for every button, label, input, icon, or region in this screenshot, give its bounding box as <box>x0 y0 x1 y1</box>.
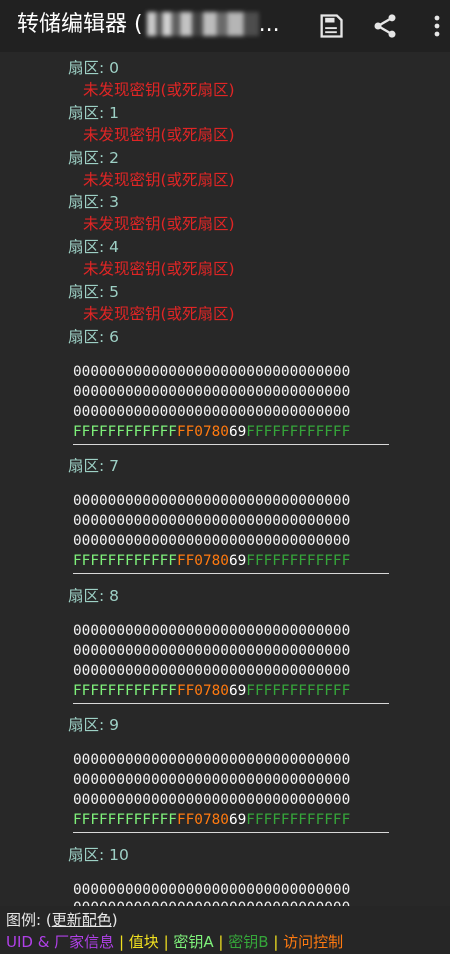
key-b: FFFFFFFFFFFF <box>246 812 351 828</box>
legend-uid: UID & 厂家信息 <box>6 933 115 951</box>
divider <box>73 703 389 704</box>
legend-value-block: 值块 <box>128 933 159 951</box>
sector-label: 扇区: 10 <box>68 846 129 864</box>
data-block: 00000000000000000000000000000000 <box>73 364 351 380</box>
key-a: FFFFFFFFFFFF <box>73 683 177 699</box>
sector-label: 扇区: 0 <box>68 59 120 77</box>
data-block: 00000000000000000000000000000000 <box>73 493 351 509</box>
access-bits: FF0780 <box>176 812 229 828</box>
data-block: 00000000000000000000000000000000 <box>73 752 351 768</box>
sector-label: 扇区: 1 <box>68 104 120 122</box>
sector-label: 扇区: 3 <box>68 193 120 211</box>
legend-access-control: 访问控制 <box>283 933 344 951</box>
data-block: 00000000000000000000000000000000 <box>73 384 351 400</box>
update-colors-link[interactable]: 更新配色 <box>52 911 112 929</box>
key-b: FFFFFFFFFFFF <box>246 424 351 440</box>
sector-label: 扇区: 6 <box>68 328 120 346</box>
key-a: FFFFFFFFFFFF <box>73 553 177 569</box>
divider <box>73 444 389 445</box>
access-bits: FF0780 <box>176 424 229 440</box>
general-purpose-byte: 69 <box>228 553 247 569</box>
legend-key-a: 密钥A <box>173 933 214 951</box>
sector-label: 扇区: 5 <box>68 283 120 301</box>
access-bits: FF0780 <box>176 683 229 699</box>
data-block: 00000000000000000000000000000000 <box>73 882 351 898</box>
data-block: 00000000000000000000000000000000 <box>73 623 351 639</box>
app-bar: 转储编辑器 (... <box>0 0 450 52</box>
data-block: 00000000000000000000000000000000 <box>73 643 351 659</box>
divider <box>73 573 389 574</box>
legend-title: 图例: (更新配色) <box>6 911 118 929</box>
key-a: FFFFFFFFFFFF <box>73 424 177 440</box>
sector-error: 未发现密钥(或死扇区) <box>83 126 235 144</box>
sector-label: 扇区: 4 <box>68 238 120 256</box>
share-icon <box>374 14 396 38</box>
general-purpose-byte: 69 <box>228 812 247 828</box>
sector-label: 扇区: 2 <box>68 149 120 167</box>
sector-error: 未发现密钥(或死扇区) <box>83 81 235 99</box>
title-ellipsis: ... <box>258 12 280 37</box>
data-block: 00000000000000000000000000000000 <box>73 533 351 549</box>
share-button[interactable] <box>367 8 403 44</box>
sector-trailer: FFFFFFFFFFFFFF078069FFFFFFFFFFFF <box>73 422 350 442</box>
key-b: FFFFFFFFFFFF <box>246 683 351 699</box>
sector-label: 扇区: 9 <box>68 716 120 734</box>
sector-error: 未发现密钥(或死扇区) <box>83 305 235 323</box>
sector-trailer: FFFFFFFFFFFFFF078069FFFFFFFFFFFF <box>73 810 350 830</box>
title-text: 转储编辑器 ( <box>17 12 143 37</box>
sector-error: 未发现密钥(或死扇区) <box>83 260 235 278</box>
general-purpose-byte: 69 <box>228 683 247 699</box>
sector-label: 扇区: 8 <box>68 587 120 605</box>
sector-error: 未发现密钥(或死扇区) <box>83 171 235 189</box>
key-b: FFFFFFFFFFFF <box>246 553 351 569</box>
data-block: 00000000000000000000000000000000 <box>73 898 350 906</box>
color-legend: 图例: (更新配色) UID & 厂家信息 | 值块 | 密钥A | 密钥B |… <box>0 906 450 954</box>
sector-trailer: FFFFFFFFFFFFFF078069FFFFFFFFFFFF <box>73 681 350 701</box>
data-block: 00000000000000000000000000000000 <box>73 404 351 420</box>
legend-items: UID & 厂家信息 | 值块 | 密钥A | 密钥B | 访问控制 <box>6 933 344 951</box>
key-a: FFFFFFFFFFFF <box>73 812 177 828</box>
save-button[interactable] <box>313 8 349 44</box>
data-block: 00000000000000000000000000000000 <box>73 513 351 529</box>
overflow-menu-button[interactable] <box>424 8 450 44</box>
redacted-filename <box>146 12 259 36</box>
access-bits: FF0780 <box>176 553 229 569</box>
save-icon <box>320 14 343 38</box>
dump-content[interactable]: 扇区: 0 未发现密钥(或死扇区) 扇区: 1 未发现密钥(或死扇区) 扇区: … <box>0 52 450 906</box>
page-title: 转储编辑器 (... <box>17 10 280 40</box>
general-purpose-byte: 69 <box>228 424 247 440</box>
divider <box>73 832 389 833</box>
sector-error: 未发现密钥(或死扇区) <box>83 215 235 233</box>
data-block: 00000000000000000000000000000000 <box>73 792 351 808</box>
data-block: 00000000000000000000000000000000 <box>73 663 351 679</box>
more-vert-icon <box>434 15 440 37</box>
sector-label: 扇区: 7 <box>68 457 120 475</box>
legend-key-b: 密钥B <box>228 933 269 951</box>
sector-trailer: FFFFFFFFFFFFFF078069FFFFFFFFFFFF <box>73 551 350 571</box>
data-block: 00000000000000000000000000000000 <box>73 772 351 788</box>
